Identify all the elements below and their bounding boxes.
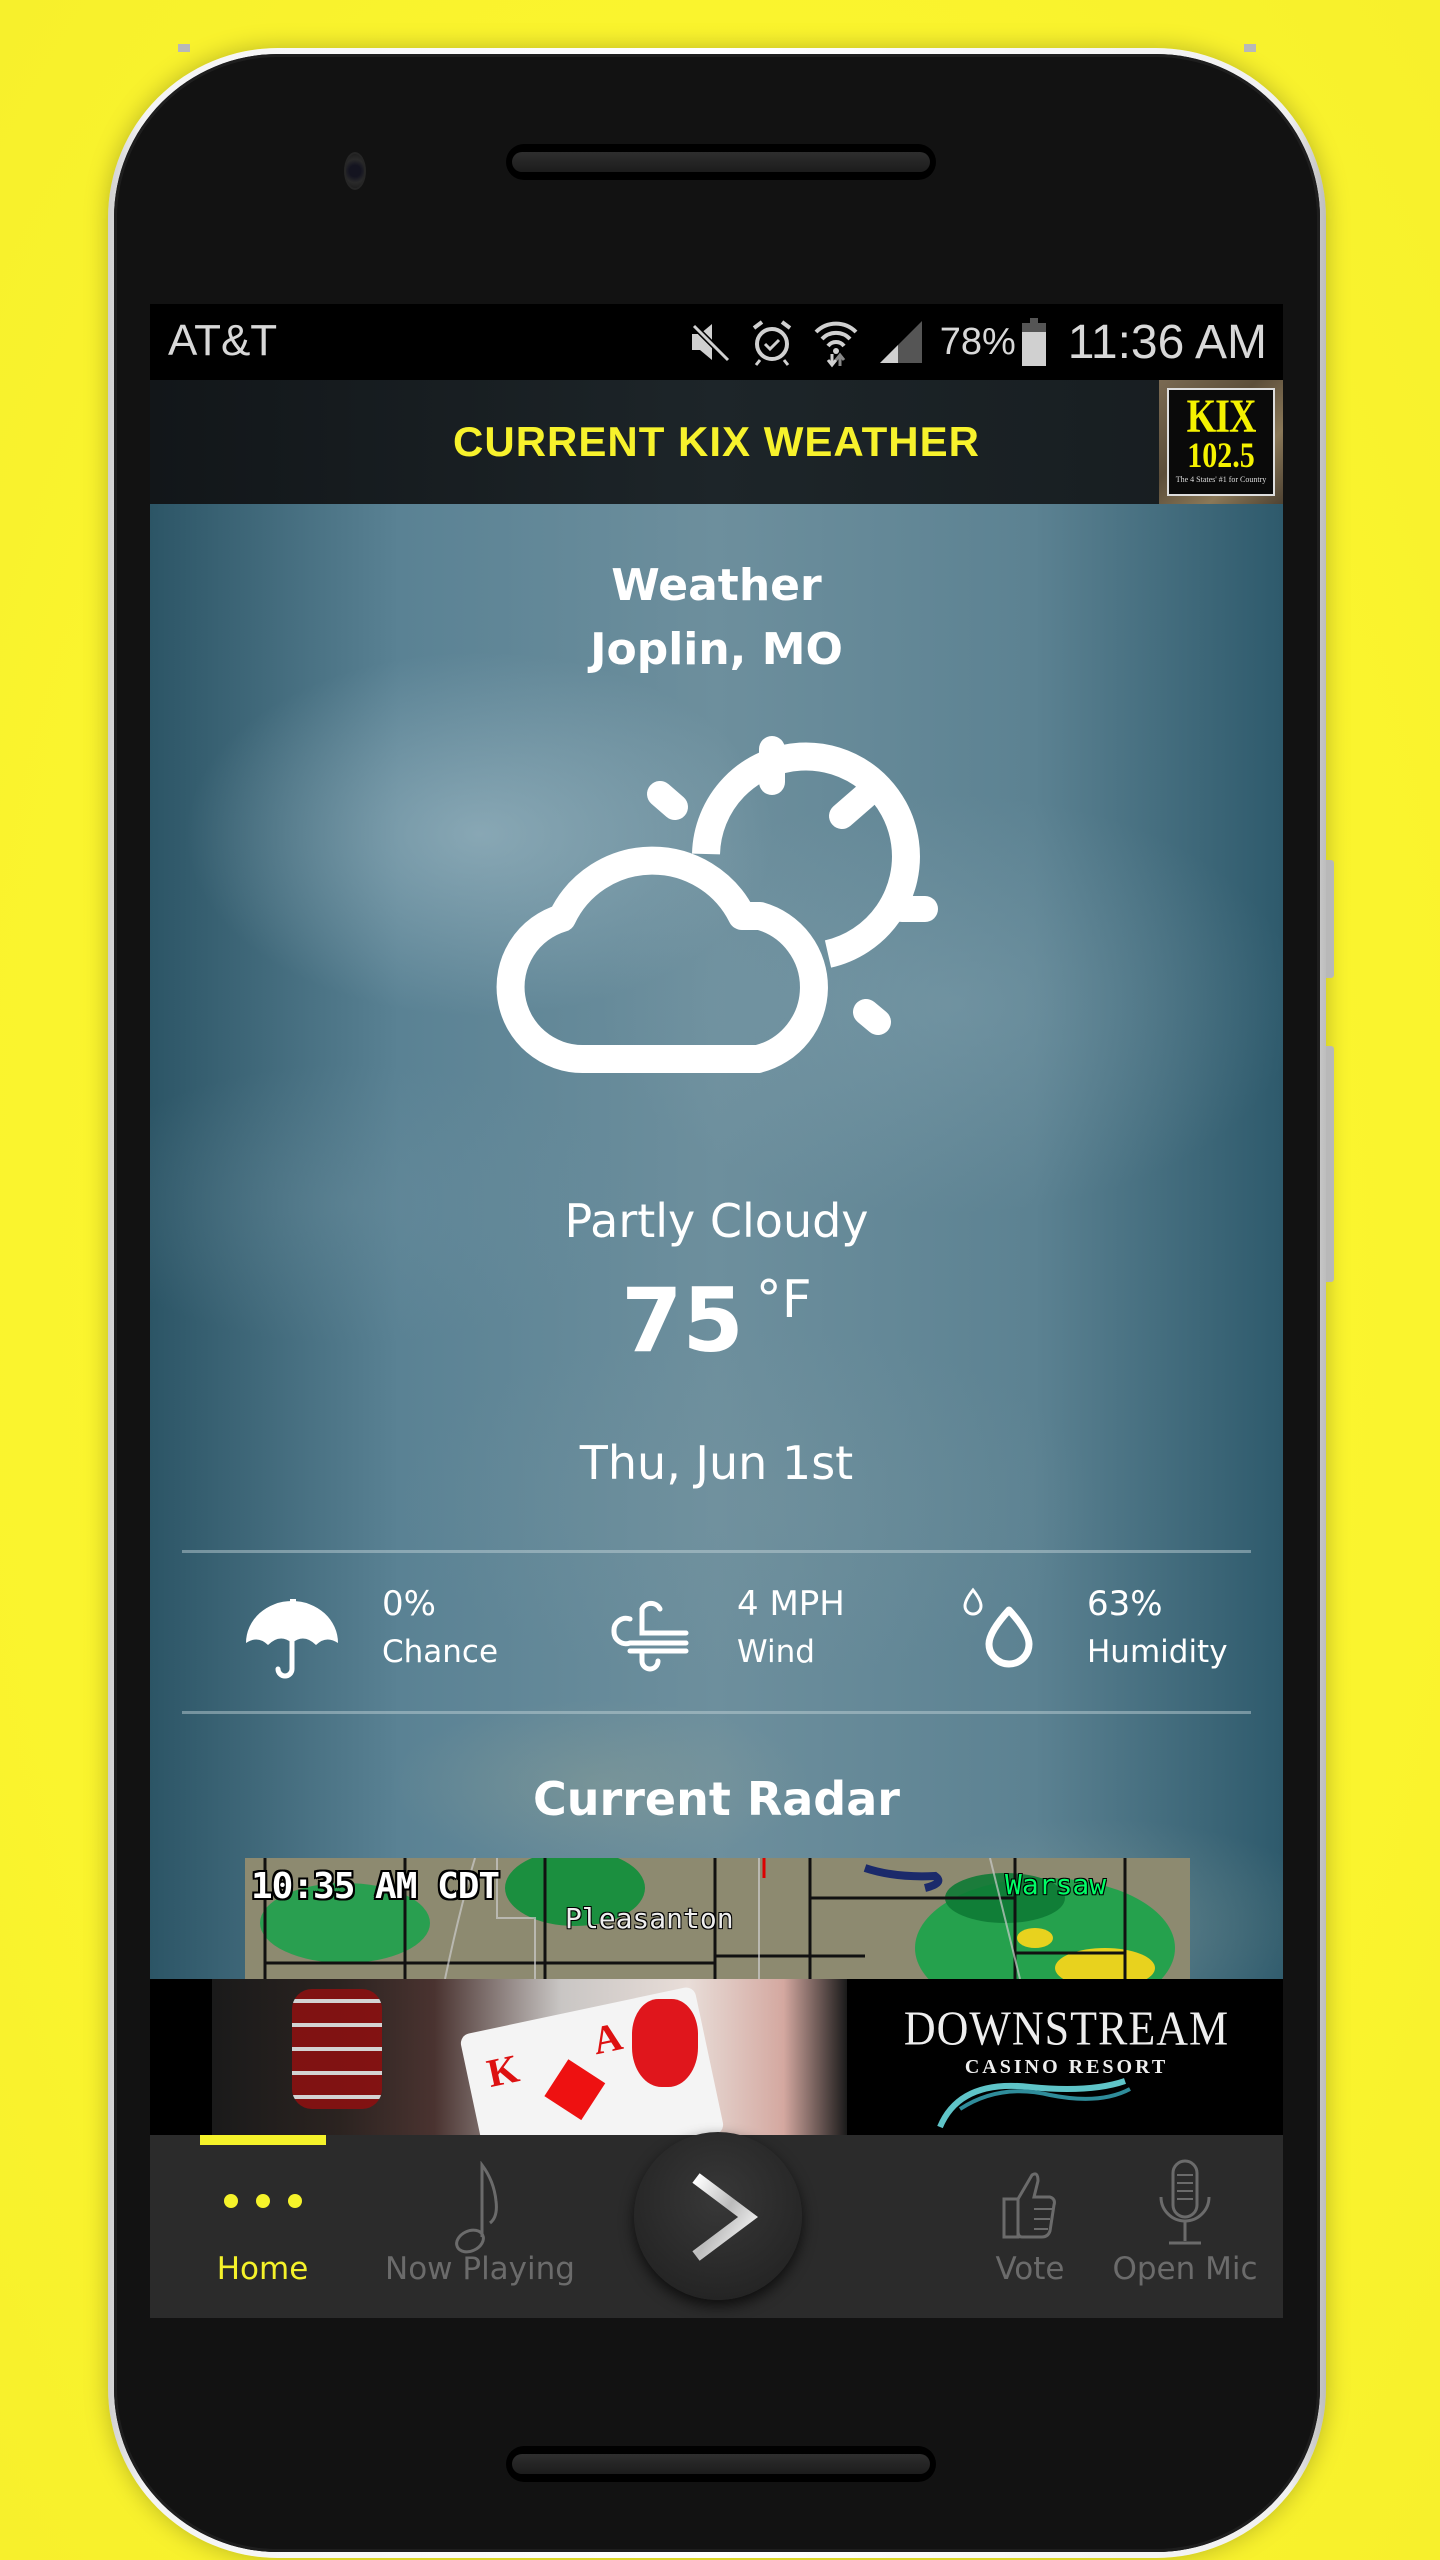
earpiece-speaker xyxy=(506,144,936,180)
power-button[interactable] xyxy=(1326,1046,1334,1282)
poker-chips xyxy=(292,1989,382,2109)
ad-banner[interactable]: KA DOWNSTREAM CASINO RESORT xyxy=(150,1979,1283,2135)
wind-icon xyxy=(611,1600,689,1672)
play-icon xyxy=(692,2173,758,2261)
stat-wind: 4 MPH Wind xyxy=(602,1550,882,1700)
radar-title: Current Radar xyxy=(533,1772,900,1826)
stat-humidity: 63% Humidity xyxy=(957,1550,1257,1700)
wifi-icon xyxy=(812,316,860,368)
nav-now-playing[interactable]: Now Playing xyxy=(380,2135,580,2318)
fingernail xyxy=(632,1999,698,2087)
nav-label: Vote xyxy=(995,2251,1065,2287)
logo-frequency: 102.5 xyxy=(1187,435,1255,475)
thumbs-up-icon xyxy=(1002,2172,1056,2239)
temperature-unit: °F xyxy=(755,1270,812,1330)
logo-name: KIX xyxy=(1186,390,1257,443)
music-note-icon xyxy=(455,2161,498,2254)
humidity-icon xyxy=(963,1587,1033,1668)
bottom-speaker xyxy=(506,2446,936,2482)
stat-label: Wind xyxy=(737,1634,815,1670)
frame-strip xyxy=(178,44,190,52)
divider xyxy=(182,1711,1251,1714)
temperature-value: 75 xyxy=(621,1269,744,1372)
status-bar: AT&T 78% 11:36 AM xyxy=(150,304,1283,380)
stat-value: 63% xyxy=(1087,1584,1163,1624)
nav-label: Now Playing xyxy=(385,2251,575,2287)
nav-label: Open Mic xyxy=(1112,2251,1258,2287)
frame-strip xyxy=(1244,44,1256,52)
radar-city-label: Pleasanton xyxy=(565,1902,734,1935)
stat-value: 4 MPH xyxy=(737,1584,845,1624)
temperature: 75 °F xyxy=(150,1269,1283,1372)
nav-label: Home xyxy=(216,2251,309,2287)
stat-label: Chance xyxy=(382,1634,499,1670)
front-camera xyxy=(344,152,366,190)
phone-screen: AT&T 78% 11:36 AM CURRENT KIX WEATHER KI… xyxy=(150,304,1283,2318)
volume-button[interactable] xyxy=(1326,860,1334,978)
ad-brand: DOWNSTREAM CASINO RESORT xyxy=(850,2001,1283,2079)
ad-photo: KA xyxy=(212,1979,847,2135)
weather-date: Thu, Jun 1st xyxy=(579,1436,854,1490)
nav-open-mic[interactable]: Open Mic xyxy=(1085,2135,1283,2318)
station-logo[interactable]: KIX 102.5 The 4 States' #1 for Country xyxy=(1159,380,1283,504)
more-dots-icon xyxy=(223,2194,302,2208)
battery-icon xyxy=(1021,318,1046,366)
signal-icon xyxy=(878,319,924,365)
umbrella-icon xyxy=(246,1599,338,1679)
clock: 11:36 AM xyxy=(1067,315,1267,369)
radar-map[interactable]: 10:35 AM CDT Pleasanton Warsaw xyxy=(245,1858,1190,1979)
radar-timestamp: 10:35 AM CDT xyxy=(251,1866,500,1907)
weather-stats: 0% Chance 4 MPH Wind 63% Humidity xyxy=(182,1550,1251,1700)
mute-icon xyxy=(688,320,732,364)
partly-cloudy-icon xyxy=(496,736,938,1074)
logo-tagline: The 4 States' #1 for Country xyxy=(1175,474,1267,484)
wave-logo-icon xyxy=(937,2078,1131,2129)
stat-value: 0% xyxy=(382,1584,436,1624)
stat-precipitation: 0% Chance xyxy=(242,1550,522,1700)
weather-heading-label: Weather xyxy=(611,560,822,611)
nav-vote[interactable]: Vote xyxy=(970,2135,1090,2318)
weather-panel: Weather Joplin, MO Partly Cloudy 75 °F Th… xyxy=(150,504,1283,1979)
weather-heading: Weather Joplin, MO xyxy=(150,554,1283,682)
carrier-label: AT&T xyxy=(168,316,278,365)
battery-percent: 78% xyxy=(939,320,1016,363)
stat-label: Humidity xyxy=(1087,1634,1228,1670)
microphone-icon xyxy=(1159,2159,1211,2245)
app-header: CURRENT KIX WEATHER KIX 102.5 The 4 Stat… xyxy=(150,380,1283,504)
ad-brand-name: DOWNSTREAM xyxy=(903,2001,1230,2056)
play-button[interactable] xyxy=(634,2132,802,2300)
alarm-icon xyxy=(750,318,794,366)
nav-home[interactable]: Home xyxy=(180,2135,345,2318)
page-title: CURRENT KIX WEATHER xyxy=(453,418,980,465)
weather-location: Joplin, MO xyxy=(590,624,843,675)
radar-city-label: Warsaw xyxy=(1005,1868,1107,1901)
weather-condition: Partly Cloudy xyxy=(564,1194,869,1248)
